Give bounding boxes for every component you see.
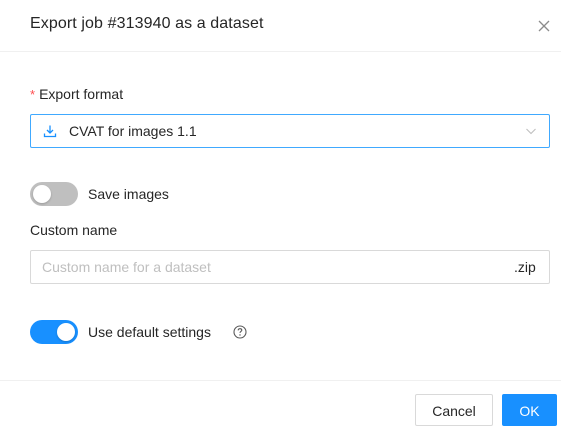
- chevron-down-icon: [526, 128, 536, 135]
- export-format-value: CVAT for images 1.1: [69, 123, 197, 139]
- export-format-label: * Export format: [30, 86, 123, 102]
- export-dataset-dialog: Export job #313940 as a dataset * Export …: [0, 0, 561, 426]
- use-default-settings-label: Use default settings: [88, 324, 211, 340]
- save-images-switch[interactable]: [30, 182, 78, 206]
- required-mark: *: [30, 87, 36, 102]
- custom-name-field: .zip: [30, 250, 550, 284]
- custom-name-label: Custom name: [30, 222, 118, 238]
- question-circle-icon[interactable]: [233, 325, 247, 339]
- zip-suffix: .zip: [514, 259, 536, 275]
- save-images-label: Save images: [88, 186, 169, 202]
- export-format-label-text: Export format: [39, 86, 124, 102]
- use-default-settings-switch[interactable]: [30, 320, 78, 344]
- custom-name-input[interactable]: [31, 251, 501, 283]
- dialog-header: Export job #313940 as a dataset: [0, 0, 561, 52]
- ok-button[interactable]: OK: [502, 394, 557, 426]
- cancel-button[interactable]: Cancel: [415, 394, 493, 426]
- export-format-select[interactable]: CVAT for images 1.1: [30, 114, 550, 148]
- footer-divider: [0, 380, 561, 381]
- close-icon[interactable]: [536, 18, 552, 34]
- dialog-title: Export job #313940 as a dataset: [30, 15, 264, 32]
- download-icon: [43, 125, 57, 138]
- switch-knob: [33, 185, 51, 203]
- switch-knob: [57, 323, 75, 341]
